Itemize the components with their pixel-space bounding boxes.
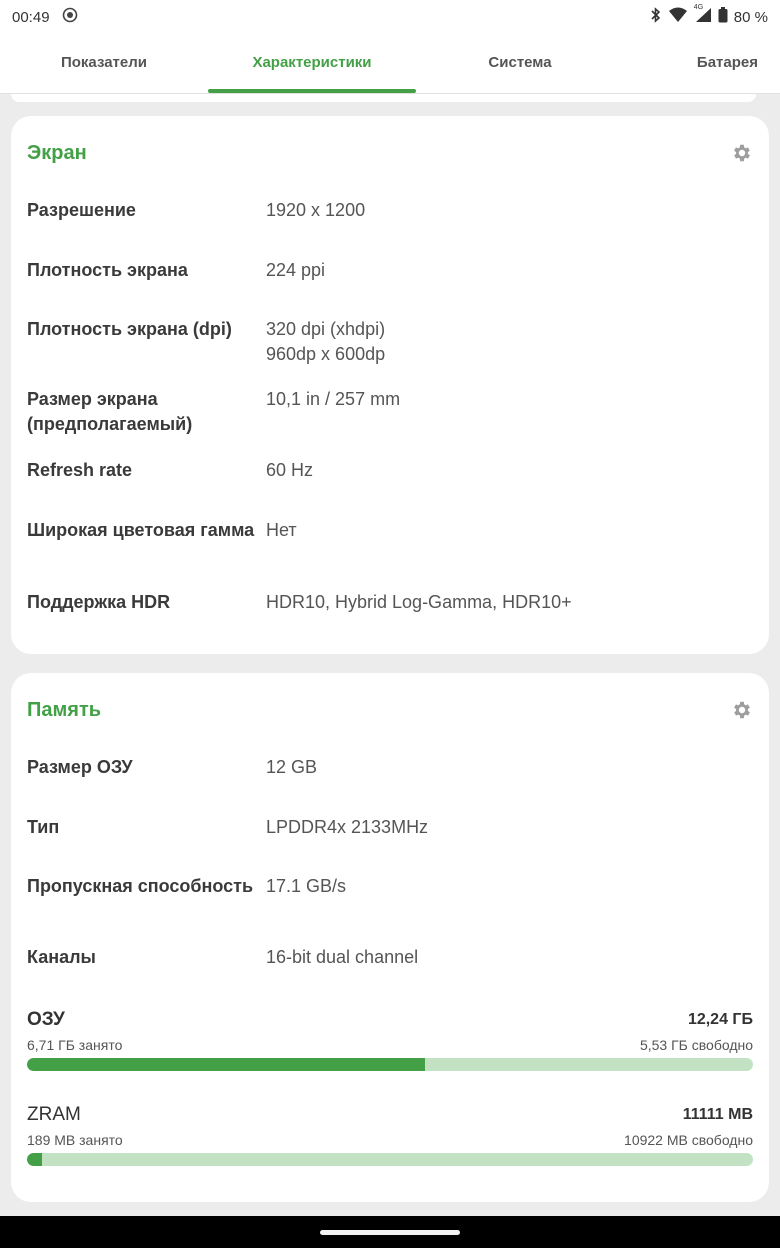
tab-battery[interactable]: Батарея [624,34,780,93]
ram-label: ОЗУ [27,1009,65,1030]
zram-total: 11111 MB [682,1106,753,1123]
spec-label: Тип [27,817,60,837]
spec-value: 224 ppi [266,260,326,280]
spec-value: 17.1 GB/s [266,876,347,896]
spec-value: 16-bit dual channel [266,947,419,967]
spec-label: Размер экрана (предполагаемый) [27,389,193,434]
spec-label: Плотность экрана [27,260,188,280]
bluetooth-icon [650,7,662,27]
spec-label: Поддержка HDR [27,592,171,612]
spec-label: Refresh rate [27,460,133,480]
navigation-bar [0,1216,780,1248]
ram-total: 12,24 ГБ [687,1011,753,1028]
spec-value: LPDDR4x 2133MHz [266,817,429,837]
status-time: 00:49 [12,8,50,26]
ram-used: 6,71 ГБ занято [27,1037,123,1053]
spec-label: Размер ОЗУ [27,757,133,777]
zram-used: 189 MB занято [27,1132,123,1148]
screen-card-title: Экран [27,142,87,164]
home-gesture-handle[interactable] [320,1230,460,1235]
battery-icon [718,7,728,27]
memory-card-title: Память [27,699,102,721]
tab-bar: Показатели Характеристики Система Батаре… [0,34,780,94]
spec-value: HDR10, Hybrid Log-Gamma, HDR10+ [266,592,572,612]
spec-value: 320 dpi (xhdpi) 960dp x 600dp [266,319,386,364]
cell-signal-icon: 4G [693,4,712,27]
gear-icon[interactable] [731,142,753,164]
spec-label: Разрешение [27,200,136,220]
ram-progress-bar [27,1058,753,1071]
spec-value: 10,1 in / 257 mm [266,389,401,409]
wifi-icon [668,7,688,27]
screen-card: Экран Разрешение 1920 x 1200 Плотность э… [11,116,769,654]
zram-label: ZRAM [27,1104,81,1125]
status-bar: 00:49 4G 80 % [0,0,780,34]
spec-value: Нет [266,520,297,540]
network-type-label: 4G [693,4,704,11]
spec-label: Широкая цветовая гамма [27,520,255,540]
tab-system[interactable]: Система [416,34,624,93]
spec-value: 60 Hz [266,460,314,480]
ram-progress-fill [27,1058,425,1071]
spec-label: Пропускная способность [27,876,254,896]
zram-free: 10922 MB свободно [624,1132,753,1148]
zram-progress-bar [27,1153,753,1166]
previous-card-edge [11,94,756,102]
record-icon [62,7,78,27]
battery-percent: 80 % [733,8,768,26]
gear-icon[interactable] [731,699,753,721]
ram-free: 5,53 ГБ свободно [639,1037,753,1053]
memory-card: Память Размер ОЗУ 12 GB Тип LPDDR4x 2133… [11,673,769,1202]
spec-value: 12 GB [266,757,318,777]
spec-label: Каналы [27,947,96,967]
spec-value: 1920 x 1200 [266,200,366,220]
tab-specifications[interactable]: Характеристики [208,34,416,93]
spec-label: Плотность экрана (dpi) [27,319,232,339]
zram-progress-fill [27,1153,42,1166]
tab-indicators[interactable]: Показатели [0,34,208,93]
